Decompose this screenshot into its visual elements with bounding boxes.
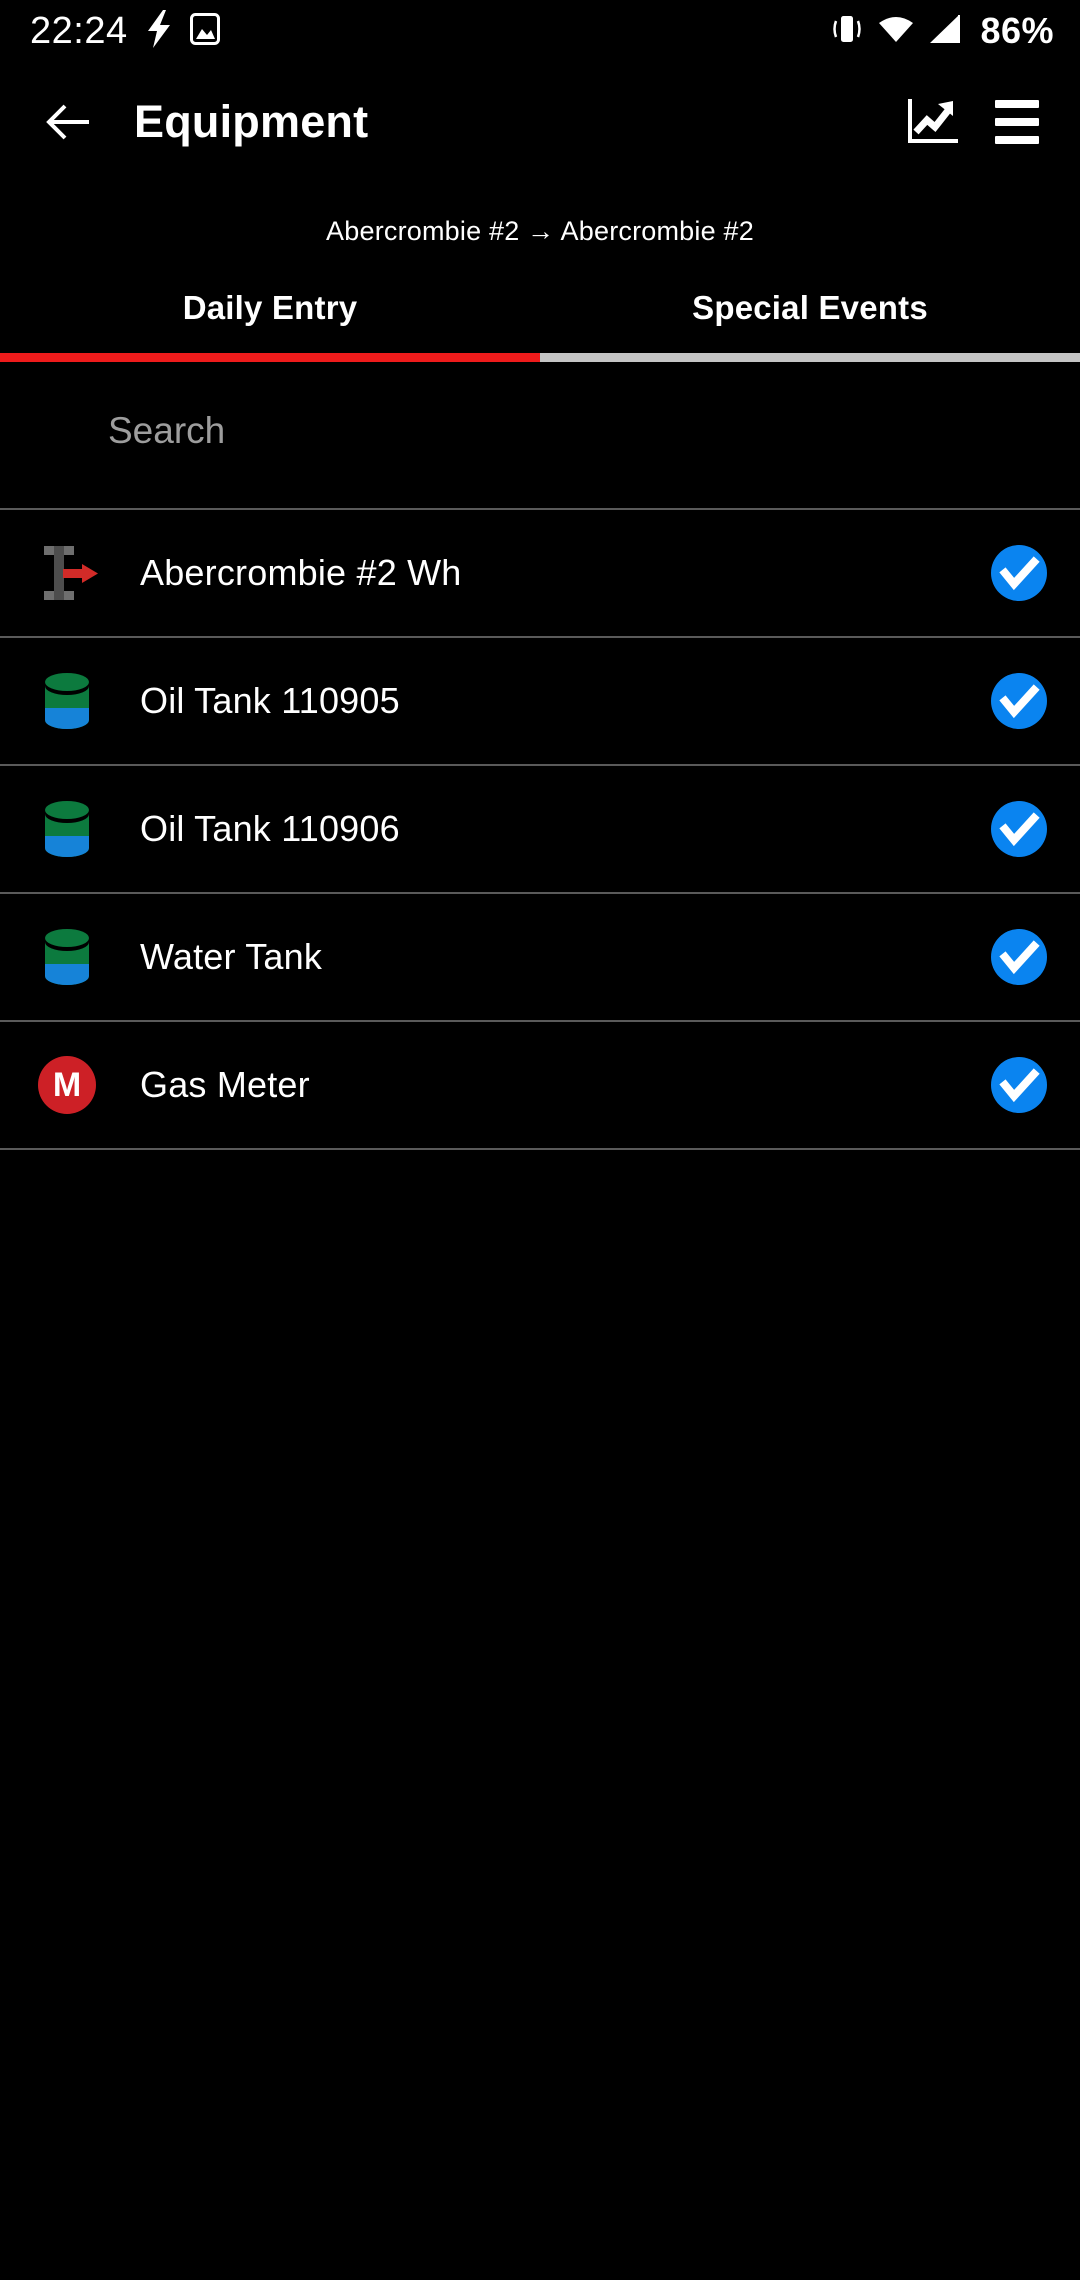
- app-bar: Equipment: [0, 62, 1080, 182]
- tab-special-events[interactable]: Special Events: [540, 289, 1080, 353]
- meter-badge-letter: M: [38, 1056, 96, 1114]
- hamburger-bars: [995, 100, 1039, 144]
- list-item-label: Oil Tank 110906: [140, 808, 400, 849]
- trending-chart-icon[interactable]: [894, 83, 972, 161]
- app-bar-actions: [894, 83, 1056, 161]
- list-item[interactable]: M Gas Meter: [0, 1022, 1080, 1150]
- check-circle-icon[interactable]: [988, 798, 1050, 860]
- tank-icon: [34, 924, 100, 990]
- tab-indicator-bar: [0, 353, 1080, 362]
- list-item-label: Abercrombie #2 Wh: [140, 552, 462, 593]
- tank-icon: [34, 796, 100, 862]
- list-item-label: Gas Meter: [140, 1064, 310, 1105]
- tab-bar: Daily Entry Special Events: [0, 289, 1080, 353]
- tab-special-events-label: Special Events: [692, 289, 928, 326]
- tab-daily-entry[interactable]: Daily Entry: [0, 289, 540, 353]
- list-item[interactable]: Oil Tank 110905: [0, 638, 1080, 766]
- check-circle-icon[interactable]: [988, 1054, 1050, 1116]
- status-clock: 22:24: [30, 10, 128, 52]
- image-icon: [189, 12, 220, 50]
- battery-percent: 86%: [980, 10, 1054, 51]
- status-bar-right: 86%: [830, 10, 1054, 52]
- equipment-list: Abercrombie #2 Wh Oil Tank 110905 Oil Ta…: [0, 508, 1080, 1150]
- app-screen: 22:24 86% Equipment Abercrombie #2 → Abe…: [0, 0, 1080, 2280]
- check-circle-icon[interactable]: [988, 670, 1050, 732]
- tank-icon: [34, 668, 100, 734]
- breadcrumb: Abercrombie #2 → Abercrombie #2: [326, 216, 754, 246]
- list-item-label: Oil Tank 110905: [140, 680, 400, 721]
- cellular-signal-icon: [928, 14, 962, 49]
- vibrate-icon: [830, 13, 864, 50]
- wifi-icon: [878, 14, 914, 49]
- list-item[interactable]: Oil Tank 110906: [0, 766, 1080, 894]
- tab-daily-entry-label: Daily Entry: [182, 289, 358, 326]
- tab-indicator-active: [0, 353, 540, 362]
- status-bar-left: 22:24: [30, 9, 220, 53]
- back-arrow-icon[interactable]: [30, 83, 108, 161]
- flash-bolt-icon: [146, 9, 172, 53]
- search-field-container: [0, 362, 1080, 508]
- tab-indicator-inactive: [540, 353, 1080, 362]
- list-item[interactable]: Water Tank: [0, 894, 1080, 1022]
- check-circle-icon[interactable]: [988, 926, 1050, 988]
- page-title: Equipment: [134, 96, 369, 147]
- list-item[interactable]: Abercrombie #2 Wh: [0, 510, 1080, 638]
- list-item-label: Water Tank: [140, 936, 323, 977]
- meter-badge-icon: M: [34, 1052, 100, 1118]
- wellhead-icon: [34, 540, 100, 606]
- hamburger-menu-icon[interactable]: [978, 83, 1056, 161]
- search-input[interactable]: [0, 410, 1080, 452]
- status-bar: 22:24 86%: [0, 0, 1080, 62]
- check-circle-icon[interactable]: [988, 542, 1050, 604]
